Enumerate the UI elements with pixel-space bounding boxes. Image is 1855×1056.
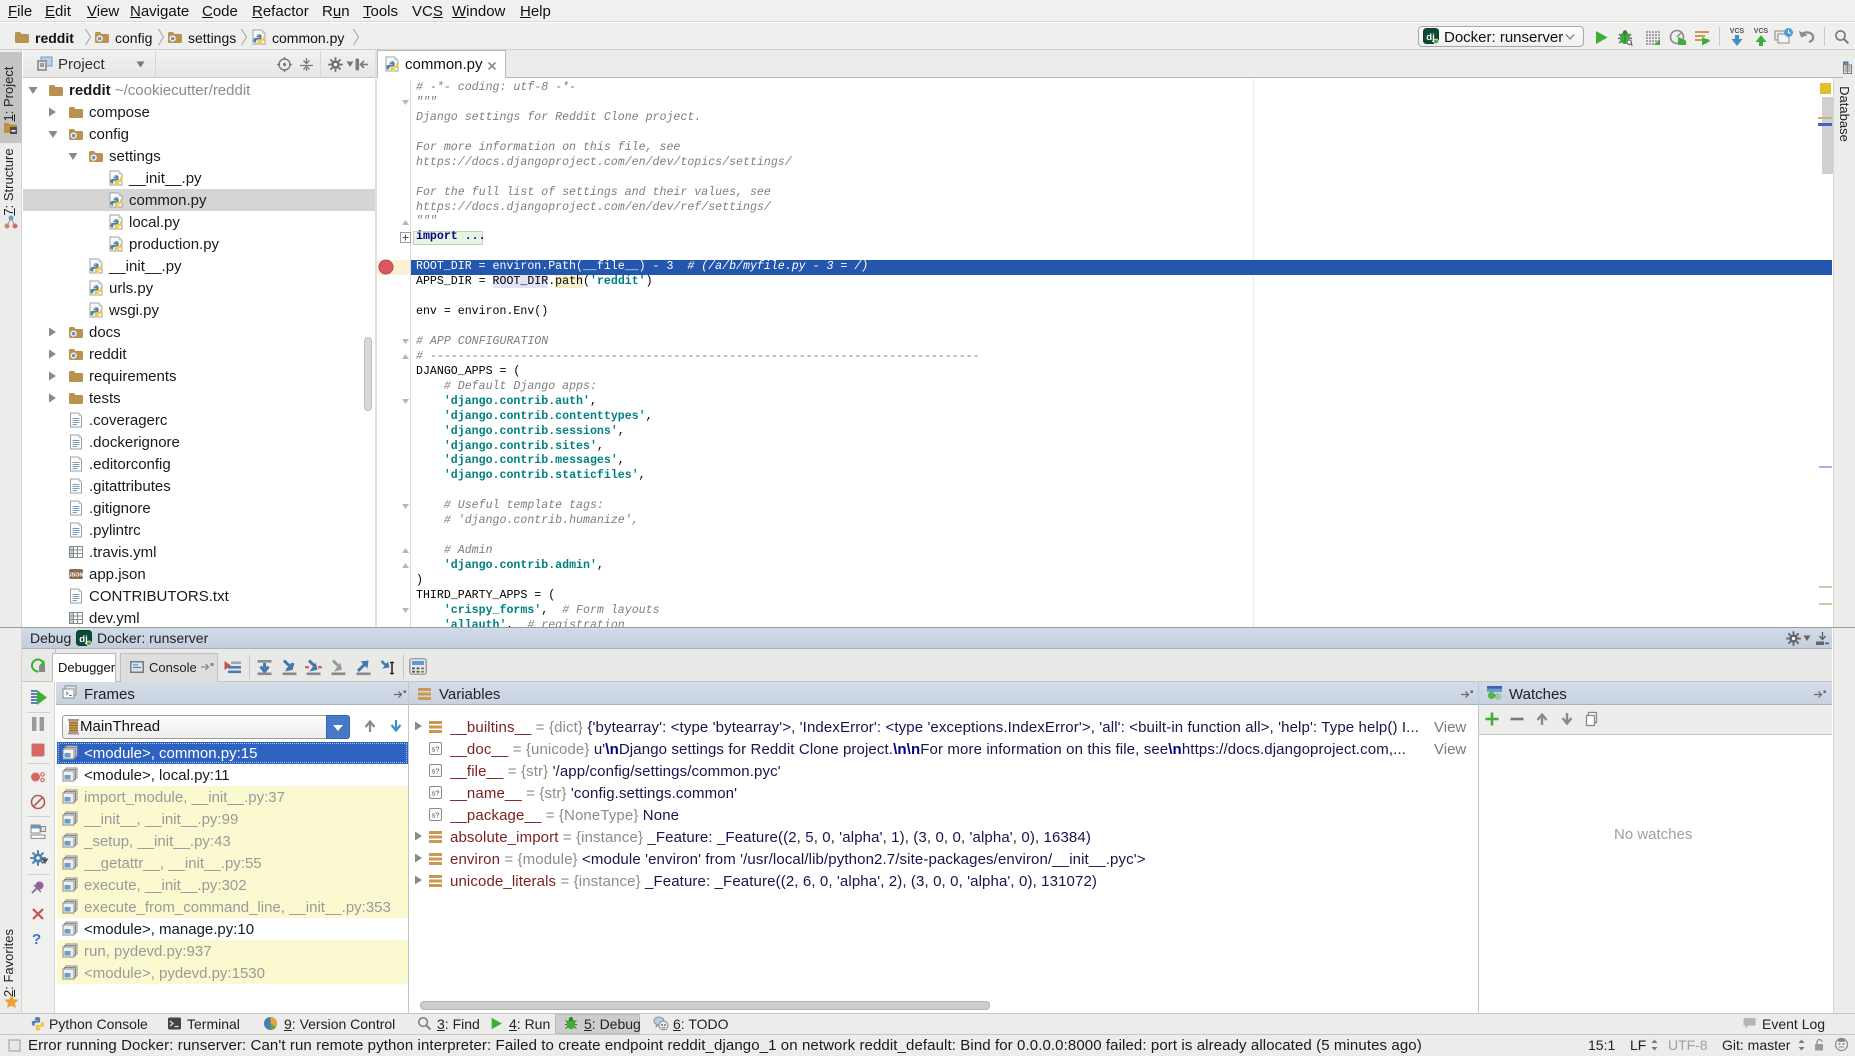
svg-text:VCS: VCS	[1730, 28, 1745, 35]
svg-text:VCS: VCS	[1754, 28, 1769, 35]
svg-text:s?: s?	[432, 789, 440, 798]
svg-text:s?: s?	[432, 767, 440, 776]
svg-text:s?: s?	[432, 811, 440, 820]
svg-text:s?: s?	[432, 745, 440, 754]
svg-text:JSON: JSON	[69, 572, 84, 578]
